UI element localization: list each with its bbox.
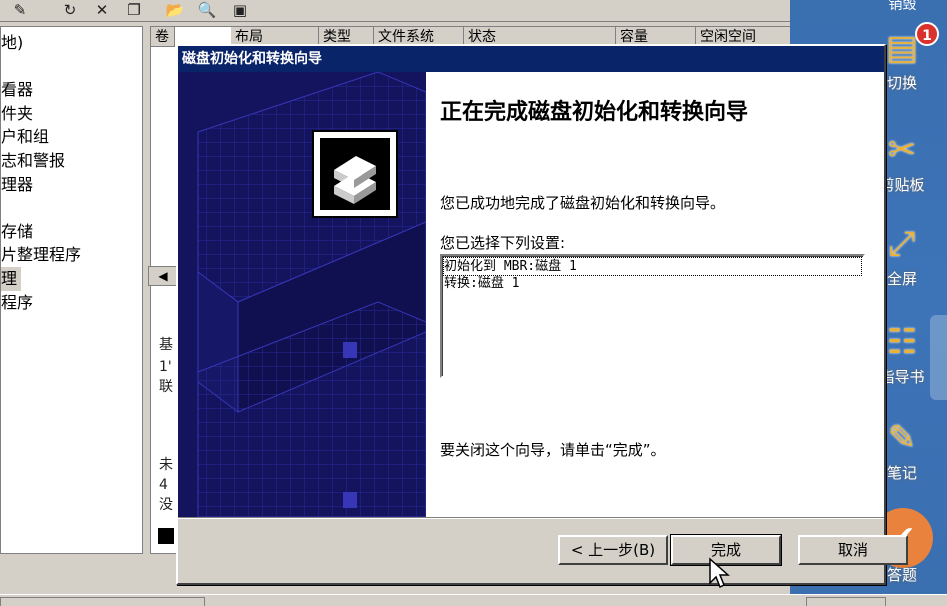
tree-item[interactable]: 志和警报 (1, 149, 142, 173)
back-button[interactable]: < 上一步(B) (558, 535, 668, 565)
tree-item[interactable] (1, 55, 142, 79)
settings-line[interactable]: 转换:磁盘 1 (444, 275, 861, 292)
wizard-side-graphic (178, 72, 426, 517)
side-top-label[interactable]: 销毁 (858, 0, 947, 14)
settings-line[interactable]: 初始化到 MBR:磁盘 1 (443, 257, 862, 276)
disk-label-fragment: 4 (159, 477, 168, 493)
close-hint: 要关闭这个向导，请单击“完成”。 (440, 441, 666, 459)
tree-item[interactable]: 看器 (1, 78, 142, 102)
disk-icon[interactable]: ▣ (230, 1, 250, 19)
tree-item-selected[interactable]: 理 (1, 266, 22, 291)
disk-icon (312, 130, 398, 218)
open-folder-icon[interactable]: 📂 (165, 1, 185, 19)
disk-label-fragment: 1' (159, 359, 172, 375)
scroll-left-arrow[interactable]: ◀ (148, 266, 178, 286)
console-tree[interactable]: 地) 看器 件夹 户和组 志和警报 理器 存储 片整理程序 理 程序 (0, 26, 143, 554)
column-header[interactable]: 卷 (151, 27, 175, 47)
tree-item[interactable]: 地) (1, 31, 142, 55)
tree-item[interactable]: 存储 (1, 220, 142, 244)
tree-item[interactable]: 程序 (1, 291, 142, 315)
disk-label-fragment: 没 (159, 497, 173, 513)
success-text: 您已成功地完成了磁盘初始化和转换向导。 (440, 194, 726, 212)
button-separator (178, 517, 884, 519)
tree-item[interactable] (1, 196, 142, 220)
wizard-heading: 正在完成磁盘初始化和转换向导 (440, 99, 749, 125)
settings-listbox[interactable]: 初始化到 MBR:磁盘 1 转换:磁盘 1 (440, 254, 865, 378)
status-field (0, 597, 205, 606)
properties-icon[interactable]: ✎ (10, 1, 30, 19)
disk-label-fragment: 基 (159, 337, 173, 353)
refresh-icon[interactable]: ↻ (60, 1, 80, 19)
tree-item[interactable]: 理器 (1, 173, 142, 197)
wizard-content: 正在完成磁盘初始化和转换向导 您已成功地完成了磁盘初始化和转换向导。 您已选择下… (426, 72, 884, 517)
tree-item[interactable]: 户和组 (1, 125, 142, 149)
mmc-toolbar: ✎ ↻ ✕ ❐ 📂 🔍 ▣ (0, 0, 790, 22)
settings-label: 您已选择下列设置: (440, 234, 566, 252)
disk-label-fragment: 联 (159, 379, 173, 395)
cancel-button[interactable]: 取消 (798, 535, 908, 565)
notification-badge: 1 (915, 22, 939, 46)
dialog-title[interactable]: 磁盘初始化和转换向导 (178, 46, 884, 72)
copy-icon[interactable]: ❐ (124, 1, 144, 19)
status-field (806, 597, 886, 606)
tree-item[interactable]: 件夹 (1, 102, 142, 126)
mouse-cursor-icon (709, 557, 730, 589)
disk-wizard-dialog: 磁盘初始化和转换向导 正在完成磁盘初始化和转换向导 您已成功地完成了磁盘初始化和… (176, 44, 908, 585)
disk-label-fragment: 未 (159, 457, 173, 473)
search-icon[interactable]: 🔍 (197, 1, 217, 19)
delete-icon[interactable]: ✕ (92, 1, 112, 19)
status-bar (0, 594, 947, 606)
disk-legend-swatch (158, 528, 174, 544)
tree-item[interactable]: 片整理程序 (1, 243, 142, 267)
